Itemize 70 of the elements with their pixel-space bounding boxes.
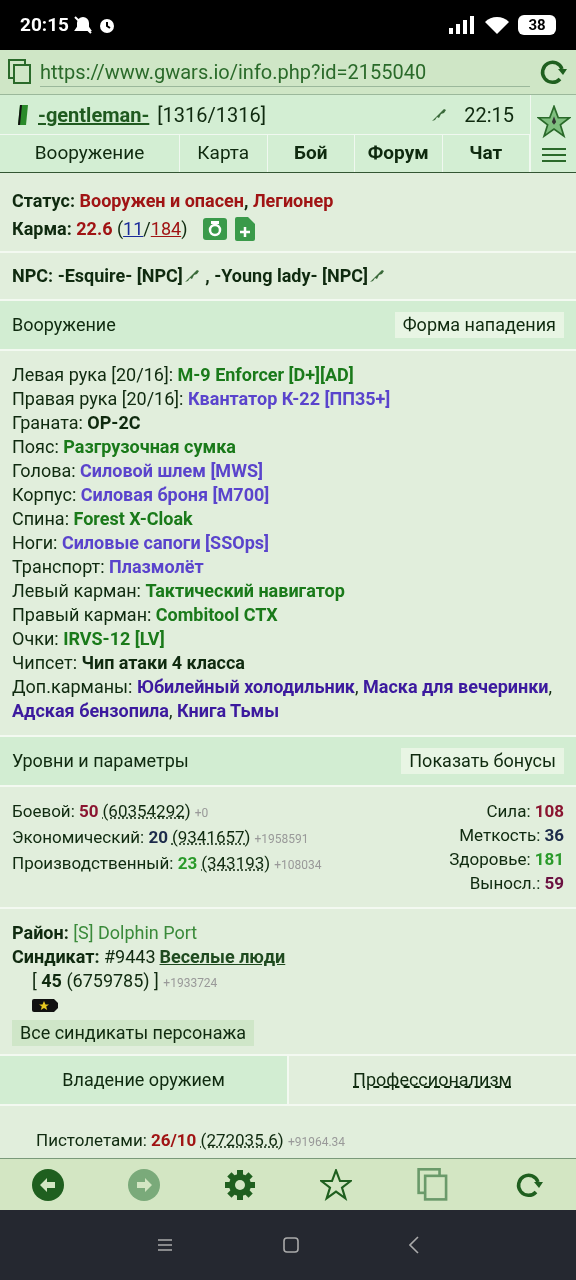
- equipment-line: Левый карман: Тактический навигатор: [12, 579, 346, 603]
- syndicate-level: [ 45 (6759785) ] +1933724: [31, 969, 219, 993]
- equipment-line: Правый карман: Combitool CTX: [12, 603, 279, 627]
- equipment-line: Спина: Forest X-Cloak: [12, 507, 194, 531]
- equipment-line: Доп.карманы: Юбилейный холодильник, Маска для вечеринки, Адская бензопила, Книга Тьмы: [12, 675, 554, 723]
- equipment-line: Левая рука [20/16]: M-9 Enforcer [D+][AD]: [12, 363, 355, 387]
- menu-icon[interactable]: [540, 146, 567, 163]
- add-file-icon[interactable]: [235, 217, 256, 241]
- equipment-line: Голова: Силовой шлем [MWS]: [12, 459, 264, 483]
- settings-icon[interactable]: [224, 1168, 256, 1201]
- camera-icon[interactable]: [203, 218, 228, 240]
- stat-line: Меткость: 36: [458, 824, 564, 847]
- level-label: Боевой:: [12, 800, 76, 823]
- equipment-line: Граната: OP-2C: [12, 411, 142, 435]
- level-label: Экономический:: [12, 826, 146, 849]
- syndicate-link[interactable]: Веселые люди: [159, 945, 286, 969]
- level-value: 50: [79, 800, 99, 823]
- star-icon[interactable]: [320, 1168, 352, 1201]
- nav-tab[interactable]: Карта: [180, 135, 268, 172]
- home-icon[interactable]: [283, 1237, 299, 1253]
- equipment-line: Пояс: Разгрузочная сумка: [12, 435, 237, 459]
- show-bonuses-button[interactable]: Показать бонусы: [401, 748, 564, 774]
- mute-icon: [72, 15, 93, 35]
- clock: 20:15: [20, 11, 69, 38]
- experience-value: (60354292): [102, 800, 191, 823]
- player-name-link[interactable]: -gentleman-: [38, 99, 150, 130]
- stat-line: Сила: 108: [485, 800, 564, 823]
- equipment-line: Транспорт: Плазмолёт: [12, 555, 205, 579]
- back-icon[interactable]: [32, 1168, 64, 1201]
- equipment-line: Ноги: Силовые сапоги [SSOps]: [12, 531, 270, 555]
- nav-tab[interactable]: Форум: [355, 135, 443, 172]
- experience-gain: +0: [194, 805, 209, 822]
- equipment-line: Правая рука [20/16]: Квантатор К-22 [ПП35+]: [12, 387, 392, 411]
- experience-gain: +1958591: [254, 831, 309, 848]
- skill-line: Пистолетами: 26/10 (272035.6) +91964.34: [36, 1129, 347, 1152]
- equipment-line: Корпус: Силовая броня [M700]: [12, 483, 271, 507]
- rifle-icon: [368, 267, 387, 285]
- wifi-icon: [484, 15, 510, 35]
- nav-tab[interactable]: Бой: [267, 135, 355, 172]
- section-title: Уровни и параметры: [12, 749, 189, 773]
- battery-indicator: 38: [518, 15, 556, 35]
- signal-icon: [448, 15, 476, 35]
- section-title: Вооружение: [12, 313, 116, 337]
- menu-icon[interactable]: [157, 1238, 173, 1252]
- level-label: Производственный:: [12, 852, 175, 875]
- star-icon[interactable]: [536, 104, 571, 139]
- stat-line: Здоровье: 181: [449, 848, 564, 871]
- experience-value: (343193): [201, 852, 271, 875]
- stat-line: Выносл.: 59: [468, 872, 564, 895]
- equipment-line: Очки: IRVS-12 [LV]: [12, 627, 166, 651]
- npc-line: NPC: -Esquire- [NPC] , -Young lady- [NPC]: [12, 262, 387, 290]
- tabs-icon[interactable]: [8, 59, 32, 85]
- syndicate-label: Синдикат: #9443: [12, 945, 156, 969]
- equipment-line: Чипсет: Чип атаки 4 класса: [12, 651, 246, 675]
- attack-form-button[interactable]: Форма нападения: [394, 312, 564, 338]
- district-line: Район: [S] Dolphin Port: [12, 921, 199, 945]
- back-icon[interactable]: [409, 1236, 419, 1254]
- rank-icon: [32, 999, 58, 1012]
- experience-value: (9341657): [171, 826, 251, 849]
- flag-icon: [16, 103, 30, 126]
- level-value: 23: [177, 852, 198, 875]
- nav-tab[interactable]: Вооружение: [0, 135, 180, 172]
- skill-tab[interactable]: Владение оружием: [0, 1056, 287, 1104]
- game-time: 22:15: [464, 101, 514, 129]
- experience-gain: +108034: [274, 857, 322, 874]
- hp-text: [1316/1316]: [157, 101, 267, 129]
- karma-line: Карма: 22.6 (11/184): [12, 217, 188, 241]
- level-value: 20: [148, 826, 168, 849]
- status-line: Статус: Вооружен и опасен, Легионер: [12, 189, 335, 213]
- all-syndicates-button[interactable]: Все синдикаты персонажа: [12, 1020, 255, 1046]
